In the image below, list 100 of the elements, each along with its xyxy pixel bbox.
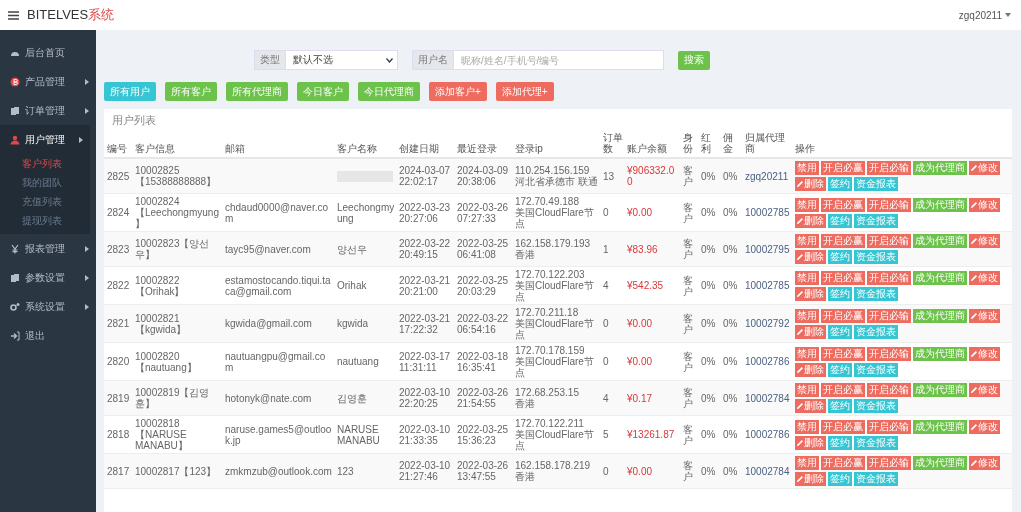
action-button[interactable]: 删除 [795,213,826,228]
action-button[interactable]: 禁用 [795,234,819,248]
action-button[interactable]: 成为代理商 [913,197,967,212]
action-button[interactable]: 资金报表 [854,324,898,339]
action-button[interactable]: 签约 [828,213,852,228]
action-button[interactable]: 禁用 [795,346,819,361]
action-button[interactable]: 成为代理商 [913,456,967,470]
sidebar-item[interactable]: 系统设置 [0,292,96,321]
action-button[interactable]: 修改 [969,346,1000,361]
action-button[interactable]: 成为代理商 [913,383,967,397]
action-button[interactable]: 签约 [828,472,852,486]
action-button[interactable]: 开启必赢 [821,308,865,323]
action-button[interactable]: 资金报表 [854,286,898,301]
action-button[interactable]: 成为代理商 [913,161,967,175]
action-button[interactable]: 修改 [969,234,1000,248]
sidebar-item[interactable]: 后台首页 [0,38,96,67]
action-button[interactable]: 删除 [795,399,826,413]
action-button[interactable]: 开启必赢 [821,456,865,470]
action-button[interactable]: 资金报表 [854,472,898,486]
action-button[interactable]: 删除 [795,362,826,377]
agent-link[interactable]: 10002786 [745,356,790,367]
action-button[interactable]: 开启必输 [867,270,911,285]
action-button[interactable]: 开启必赢 [821,419,865,434]
action-button[interactable]: 删除 [795,472,826,486]
agent-link[interactable]: 10002785 [745,280,790,291]
filter-button[interactable]: 添加代理+ [495,82,554,101]
action-button[interactable]: 开启必赢 [821,346,865,361]
action-button[interactable]: 签约 [828,324,852,339]
action-button[interactable]: 资金报表 [854,250,898,264]
sidebar-item[interactable]: 报表管理 [0,234,96,263]
sidebar-subitem[interactable]: 充值列表 [0,192,90,211]
sidebar-subitem[interactable]: 提现列表 [0,211,90,230]
action-button[interactable]: 禁用 [795,161,819,175]
action-button[interactable]: 开启必输 [867,419,911,434]
action-button[interactable]: 资金报表 [854,399,898,413]
action-button[interactable]: 开启必输 [867,383,911,397]
action-button[interactable]: 修改 [969,161,1000,175]
agent-link[interactable]: 10002795 [745,243,790,255]
action-button[interactable]: 资金报表 [854,213,898,228]
action-button[interactable]: 开启必赢 [821,197,865,212]
action-button[interactable]: 禁用 [795,419,819,434]
agent-link[interactable]: 10002786 [745,429,790,440]
action-button[interactable]: 开启必赢 [821,161,865,175]
action-button[interactable]: 签约 [828,250,852,264]
action-button[interactable]: 删除 [795,177,826,191]
action-button[interactable]: 签约 [828,177,852,191]
filter-button[interactable]: 今日代理商 [358,82,420,101]
menu-icon[interactable] [8,10,19,20]
action-button[interactable]: 资金报表 [854,362,898,377]
action-button[interactable]: 修改 [969,308,1000,323]
action-button[interactable]: 开启必输 [867,346,911,361]
action-button[interactable]: 资金报表 [854,435,898,450]
action-button[interactable]: 开启必输 [867,308,911,323]
agent-link[interactable]: 10002784 [745,465,790,477]
search-button[interactable]: 搜索 [678,50,710,70]
action-button[interactable]: 成为代理商 [913,308,967,323]
action-button[interactable]: 开启必输 [867,197,911,212]
filter-button[interactable]: 添加客户+ [429,82,487,101]
sidebar-item[interactable]: 退出 [0,321,96,350]
action-button[interactable]: 开启必赢 [821,234,865,248]
username-field[interactable]: 昵称/姓名/手机号/编号 [454,50,664,70]
action-button[interactable]: 成为代理商 [913,234,967,248]
action-button[interactable]: 签约 [828,435,852,450]
action-button[interactable]: 开启必输 [867,234,911,248]
action-button[interactable]: 签约 [828,286,852,301]
action-button[interactable]: 修改 [969,270,1000,285]
action-button[interactable]: 开启必赢 [821,270,865,285]
filter-button[interactable]: 今日客户 [297,82,349,101]
action-button[interactable]: 禁用 [795,270,819,285]
action-button[interactable]: 修改 [969,456,1000,470]
sidebar-item[interactable]: 参数设置 [0,263,96,292]
action-button[interactable]: 禁用 [795,308,819,323]
sidebar-item[interactable]: 订单管理 [0,96,96,125]
action-button[interactable]: 修改 [969,197,1000,212]
action-button[interactable]: 签约 [828,399,852,413]
action-button[interactable]: 签约 [828,362,852,377]
action-button[interactable]: 禁用 [795,197,819,212]
filter-button[interactable]: 所有代理商 [226,82,288,101]
action-button[interactable]: 开启必赢 [821,383,865,397]
action-button[interactable]: 删除 [795,286,826,301]
action-button[interactable]: 禁用 [795,456,819,470]
sidebar-subitem[interactable]: 客户列表 [0,154,90,173]
action-button[interactable]: 删除 [795,250,826,264]
user-menu[interactable]: zgq20211 [956,7,1013,23]
action-button[interactable]: 禁用 [795,383,819,397]
agent-link[interactable]: 10002785 [745,207,790,218]
sidebar-subitem[interactable]: 我的团队 [0,173,90,192]
action-button[interactable]: 修改 [969,383,1000,397]
agent-link[interactable]: zgq20211 [745,170,789,182]
action-button[interactable]: 资金报表 [854,177,898,191]
agent-link[interactable]: 10002792 [745,318,790,329]
action-button[interactable]: 成为代理商 [913,419,967,434]
sidebar-item[interactable]: 产品管理 [0,67,96,96]
filter-button[interactable]: 所有客户 [165,82,217,101]
action-button[interactable]: 删除 [795,435,826,450]
filter-button[interactable]: 所有用户 [104,82,156,101]
action-button[interactable]: 删除 [795,324,826,339]
action-button[interactable]: 成为代理商 [913,346,967,361]
action-button[interactable]: 修改 [969,419,1000,434]
action-button[interactable]: 成为代理商 [913,270,967,285]
